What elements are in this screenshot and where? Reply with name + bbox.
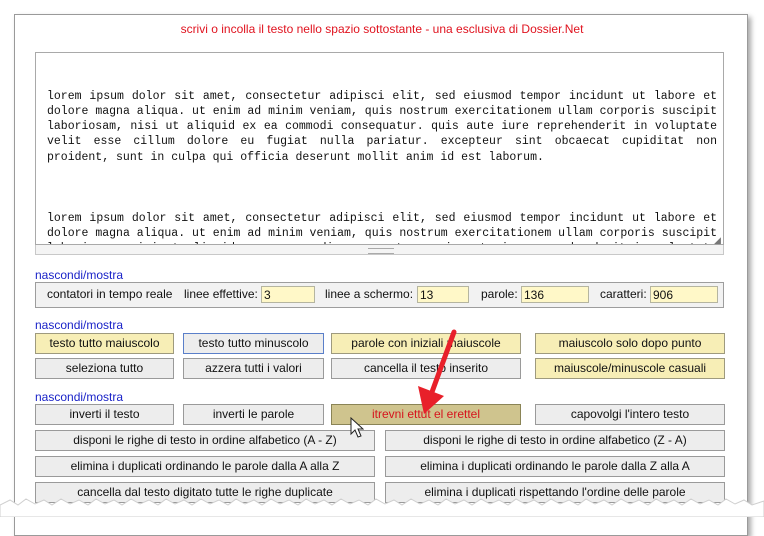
random-case-button[interactable]: maiuscole/minuscole casuali bbox=[535, 358, 725, 379]
transform-toggle-link[interactable]: nascondi/mostra bbox=[35, 390, 123, 404]
page-title: scrivi o incolla il testo nello spazio s… bbox=[180, 22, 584, 36]
resize-corner-icon[interactable]: ◢ bbox=[714, 235, 721, 246]
chars-label: caratteri: bbox=[600, 287, 647, 301]
editor-paragraph: lorem ipsum dolor sit amet, consectetur … bbox=[47, 211, 717, 244]
resize-grip-icon[interactable] bbox=[368, 248, 394, 254]
text-editor[interactable]: lorem ipsum dolor sit amet, consectetur … bbox=[35, 52, 724, 245]
flip-text-button[interactable]: capovolgi l'intero testo bbox=[535, 404, 725, 425]
torn-edge bbox=[0, 498, 764, 517]
sort-lines-az-button[interactable]: disponi le righe di testo in ordine alfa… bbox=[35, 430, 375, 451]
select-all-button[interactable]: seleziona tutto bbox=[35, 358, 174, 379]
mouse-cursor-icon bbox=[350, 417, 364, 438]
chars-field[interactable]: 906 bbox=[650, 286, 718, 303]
effective-lines-label: linee effettive: bbox=[184, 287, 258, 301]
realtime-counters-button[interactable]: contatori in tempo reale bbox=[47, 287, 172, 301]
reverse-words-button[interactable]: inverti le parole bbox=[183, 404, 324, 425]
uppercase-all-button[interactable]: testo tutto maiuscolo bbox=[35, 333, 174, 354]
editor-paragraph: lorem ipsum dolor sit amet, consectetur … bbox=[47, 89, 724, 164]
sentence-case-button[interactable]: maiuscolo solo dopo punto bbox=[535, 333, 725, 354]
effective-lines-field[interactable]: 3 bbox=[261, 286, 315, 303]
annotation-arrow-icon bbox=[418, 329, 457, 414]
lowercase-all-button[interactable]: testo tutto minuscolo bbox=[183, 333, 324, 354]
words-label: parole: bbox=[481, 287, 518, 301]
counters-toggle-link[interactable]: nascondi/mostra bbox=[35, 268, 123, 282]
dedupe-sort-az-button[interactable]: elimina i duplicati ordinando le parole … bbox=[35, 456, 375, 477]
case-toggle-link[interactable]: nascondi/mostra bbox=[35, 318, 123, 332]
words-field[interactable]: 136 bbox=[521, 286, 589, 303]
screen-lines-label: linee a schermo: bbox=[325, 287, 414, 301]
sort-lines-za-button[interactable]: disponi le righe di testo in ordine alfa… bbox=[385, 430, 725, 451]
reverse-text-button[interactable]: inverti il testo bbox=[35, 404, 174, 425]
reset-values-button[interactable]: azzera tutti i valori bbox=[183, 358, 324, 379]
dedupe-sort-za-button[interactable]: elimina i duplicati ordinando le parole … bbox=[385, 456, 725, 477]
screen-lines-field[interactable]: 13 bbox=[417, 286, 469, 303]
